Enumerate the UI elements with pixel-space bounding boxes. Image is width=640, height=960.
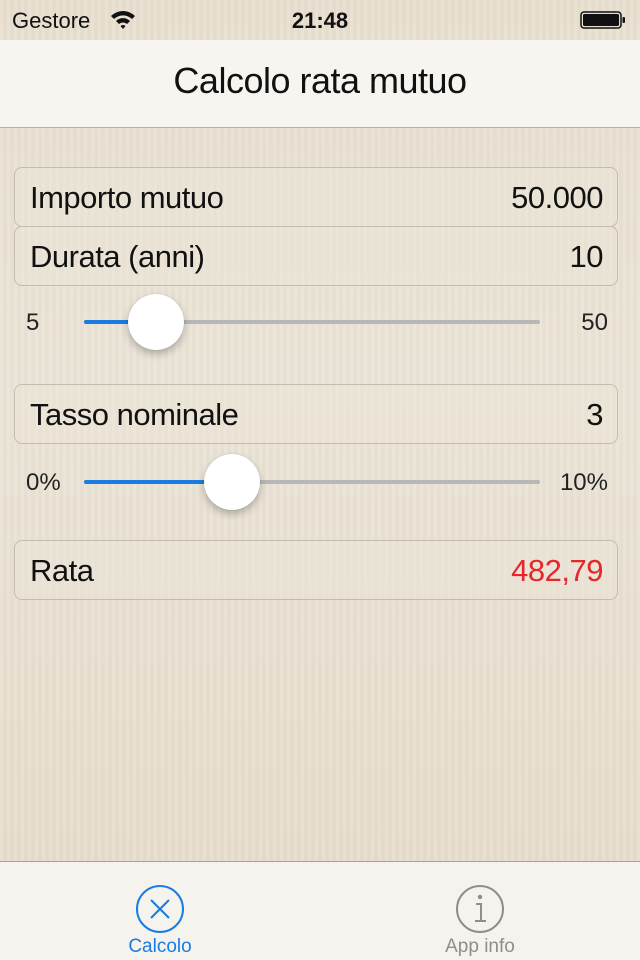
tab-bar: Calcolo App info	[0, 861, 640, 960]
tab-calcolo-label: Calcolo	[128, 936, 192, 957]
status-bar: Gestore 21:48	[0, 0, 640, 40]
rate-slider-thumb[interactable]	[204, 454, 260, 510]
duration-label: Durata (anni)	[30, 239, 205, 274]
duration-slider-thumb[interactable]	[128, 294, 185, 350]
rate-slider-row: 0% 10%	[0, 452, 640, 512]
rate-value[interactable]: 3	[586, 397, 603, 433]
duration-slider-min: 5	[26, 309, 40, 336]
installment-label: Rata	[30, 553, 94, 588]
tab-app-info[interactable]: App info	[320, 862, 640, 960]
tab-app-info-label: App info	[445, 936, 515, 957]
loan-amount-value[interactable]: 50.000	[511, 180, 603, 216]
rate-slider-max: 10%	[559, 469, 608, 496]
duration-value[interactable]: 10	[570, 239, 604, 275]
clock: 21:48	[291, 8, 349, 33]
info-circle-icon	[456, 885, 504, 933]
rate-label: Tasso nominale	[30, 397, 239, 432]
loan-amount-field[interactable]: Importo mutuo 50.000	[14, 167, 618, 227]
navigation-bar: Calcolo rata mutuo	[0, 40, 640, 128]
installment-value: 482,79	[511, 553, 603, 588]
loan-amount-label: Importo mutuo	[30, 180, 224, 215]
duration-slider[interactable]	[84, 294, 540, 350]
installment-field: Rata 482,79	[14, 540, 618, 600]
rate-slider-min: 0%	[26, 469, 61, 496]
duration-slider-max: 50	[581, 309, 608, 336]
tab-calcolo[interactable]: Calcolo	[0, 862, 320, 960]
battery-icon	[580, 11, 625, 29]
duration-slider-row: 5 50	[0, 292, 640, 352]
duration-field[interactable]: Durata (anni) 10	[14, 226, 618, 286]
rate-field[interactable]: Tasso nominale 3	[14, 384, 618, 444]
close-circle-icon	[136, 885, 184, 933]
page-title: Calcolo rata mutuo	[173, 60, 467, 101]
rate-slider[interactable]	[84, 454, 540, 510]
